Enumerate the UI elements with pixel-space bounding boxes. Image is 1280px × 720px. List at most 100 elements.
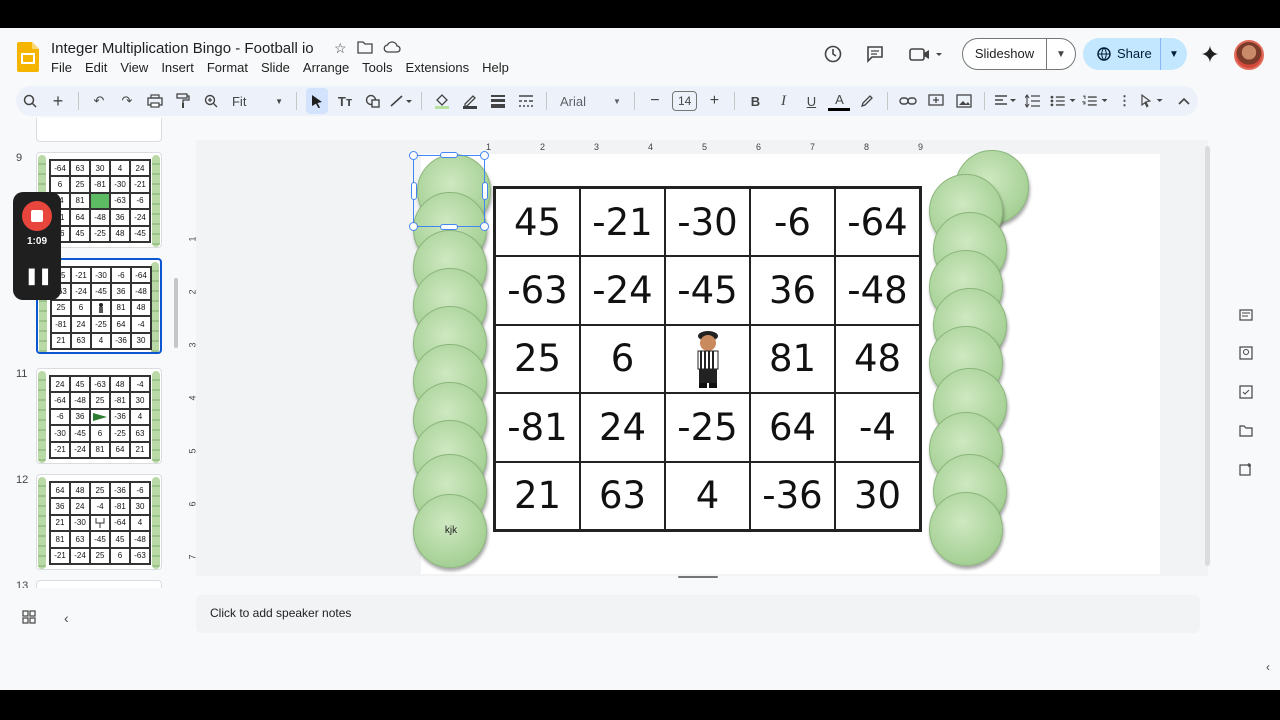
user-avatar[interactable] xyxy=(1234,40,1264,70)
keep-icon[interactable] xyxy=(1239,346,1253,363)
undo-icon[interactable]: ↶ xyxy=(88,88,110,114)
menu-extensions[interactable]: Extensions xyxy=(406,60,478,75)
bingo-cell[interactable]: 30 xyxy=(835,461,920,530)
meet-video-icon[interactable] xyxy=(906,38,946,70)
redo-icon[interactable]: ↷ xyxy=(116,88,138,114)
menu-arrange[interactable]: Arrange xyxy=(303,60,357,75)
share-dropdown-icon[interactable]: ▼ xyxy=(1161,49,1187,60)
slides-logo-icon[interactable] xyxy=(17,42,39,72)
bold-icon[interactable]: B xyxy=(744,88,766,114)
increase-font-size-icon[interactable]: + xyxy=(703,88,725,114)
calendar-icon[interactable] xyxy=(1239,308,1253,324)
menu-file[interactable]: File xyxy=(51,60,80,75)
menu-slide[interactable]: Slide xyxy=(261,60,298,75)
highlight-color-icon[interactable] xyxy=(856,88,878,114)
more-options-icon[interactable]: ⋮ xyxy=(1113,88,1135,114)
bingo-cell[interactable]: -24 xyxy=(580,256,665,325)
text-color-icon[interactable]: A xyxy=(828,91,851,111)
search-menus-icon[interactable] xyxy=(19,88,41,114)
border-weight-icon[interactable] xyxy=(487,88,509,114)
bingo-cell[interactable]: 6 xyxy=(580,324,665,394)
insert-link-icon[interactable] xyxy=(897,88,919,114)
share-label[interactable]: Share xyxy=(1083,38,1161,70)
star-icon[interactable]: ☆ xyxy=(334,40,347,57)
pause-icon[interactable]: ❚❚ xyxy=(25,266,52,286)
green-ball[interactable] xyxy=(929,492,1003,566)
drive-folder-icon[interactable] xyxy=(1239,424,1253,440)
numbered-list-icon[interactable] xyxy=(1082,88,1108,114)
menu-help[interactable]: Help xyxy=(482,60,517,75)
print-icon[interactable] xyxy=(144,88,166,114)
menu-insert[interactable]: Insert xyxy=(161,60,202,75)
add-on-icon[interactable] xyxy=(1239,462,1253,479)
slideshow-button[interactable]: Slideshow ▼ xyxy=(962,38,1076,70)
bingo-cell[interactable]: -4 xyxy=(835,393,920,462)
vertical-ruler[interactable]: 1 2 3 4 5 6 7 xyxy=(188,156,210,576)
insert-image-icon[interactable] xyxy=(953,88,975,114)
bingo-cell[interactable]: 63 xyxy=(580,461,665,530)
tasks-icon[interactable] xyxy=(1239,385,1253,402)
move-folder-icon[interactable] xyxy=(356,40,373,57)
resize-handle[interactable] xyxy=(411,182,417,200)
align-icon[interactable] xyxy=(994,88,1017,114)
menu-edit[interactable]: Edit xyxy=(85,60,115,75)
font-size-input[interactable]: 14 xyxy=(671,91,698,111)
bingo-cell[interactable]: 25 xyxy=(495,324,580,394)
cloud-status-icon[interactable] xyxy=(383,40,401,57)
resize-handle[interactable] xyxy=(480,151,489,160)
menu-tools[interactable]: Tools xyxy=(362,60,400,75)
resize-handle[interactable] xyxy=(480,222,489,231)
slide-thumbnail-8[interactable] xyxy=(36,118,162,142)
menu-view[interactable]: View xyxy=(120,60,156,75)
bingo-cell[interactable]: -6 xyxy=(750,188,835,257)
underline-icon[interactable]: U xyxy=(800,88,822,114)
filmstrip-scrollbar[interactable] xyxy=(174,278,178,348)
version-history-icon[interactable] xyxy=(820,38,846,70)
collapse-filmstrip-icon[interactable]: ‹ xyxy=(64,610,69,627)
canvas-scrollbar[interactable] xyxy=(1205,146,1210,566)
gemini-sparkle-icon[interactable] xyxy=(1198,38,1222,70)
share-button[interactable]: Share ▼ xyxy=(1083,38,1187,70)
text-box-icon[interactable]: Tт xyxy=(334,88,356,114)
bulleted-list-icon[interactable] xyxy=(1050,88,1076,114)
bingo-cell[interactable]: -48 xyxy=(835,256,920,325)
new-slide-icon[interactable]: + xyxy=(47,88,69,114)
zoom-select[interactable]: Fit ▼ xyxy=(228,88,287,114)
slideshow-label[interactable]: Slideshow xyxy=(963,39,1047,69)
selection-box[interactable] xyxy=(413,155,485,227)
slide-thumbnail-11[interactable]: 24 45 -63 48 -4 -64 -48 25 -81 30 -6 36 -36 4 -30 -45 6-… xyxy=(36,368,162,464)
bingo-cell[interactable]: 45 xyxy=(495,188,580,257)
bingo-cell[interactable]: 36 xyxy=(750,256,835,325)
expand-side-panel-icon[interactable]: ‹ xyxy=(1266,660,1270,674)
bingo-cell[interactable]: -25 xyxy=(665,393,750,462)
fill-color-icon[interactable] xyxy=(431,88,453,114)
free-space-cell[interactable] xyxy=(665,324,750,394)
bingo-cell[interactable]: -45 xyxy=(665,256,750,325)
menu-format[interactable]: Format xyxy=(207,60,256,75)
line-spacing-icon[interactable] xyxy=(1022,88,1044,114)
paint-format-icon[interactable] xyxy=(172,88,194,114)
resize-handle[interactable] xyxy=(409,222,418,231)
edit-mode-icon[interactable] xyxy=(1141,88,1167,114)
bingo-cell[interactable]: -36 xyxy=(750,461,835,530)
slide-canvas[interactable]: kjk 45 -21 -30 -6 -64 -63 -24 -45 36 -48 25 6 81 48 -8… xyxy=(409,150,1160,574)
resize-handle[interactable] xyxy=(440,224,458,230)
bingo-cell[interactable]: 4 xyxy=(665,461,750,530)
resize-handle[interactable] xyxy=(409,151,418,160)
resize-handle[interactable] xyxy=(482,182,488,200)
slide-thumbnail-13[interactable] xyxy=(36,580,162,588)
bingo-cell[interactable]: -64 xyxy=(835,188,920,257)
slideshow-dropdown-icon[interactable]: ▼ xyxy=(1047,49,1075,60)
decrease-font-size-icon[interactable]: − xyxy=(644,88,666,114)
speaker-notes[interactable]: Click to add speaker notes xyxy=(196,595,1200,633)
grid-view-icon[interactable] xyxy=(22,610,36,627)
stop-recording-icon[interactable] xyxy=(22,201,52,231)
collapse-toolbar-icon[interactable] xyxy=(1173,88,1195,114)
line-icon[interactable] xyxy=(390,88,413,114)
bingo-cell[interactable]: 21 xyxy=(495,461,580,530)
comments-icon[interactable] xyxy=(862,38,888,70)
bingo-cell[interactable]: 81 xyxy=(750,324,835,394)
select-cursor-icon[interactable] xyxy=(306,88,329,114)
font-family-select[interactable]: Arial ▼ xyxy=(556,88,625,114)
italic-icon[interactable]: I xyxy=(772,88,794,114)
